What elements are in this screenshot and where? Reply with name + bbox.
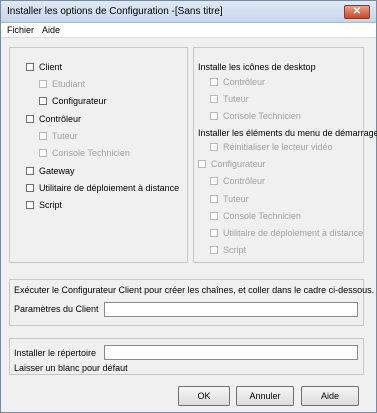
start-utilitaire-checkbox[interactable] (210, 229, 218, 237)
start-console-checkbox[interactable] (210, 212, 218, 220)
title-bar: Installer les options de Configuration -… (1, 1, 376, 23)
desktop-controleur-checkbox[interactable] (210, 78, 218, 86)
start-tuteur-checkbox[interactable] (210, 195, 218, 203)
tuteur-checkbox[interactable] (39, 132, 47, 140)
start-configurateur-option[interactable]: Configurateur (198, 159, 266, 169)
gateway-option[interactable]: Gateway (26, 166, 75, 176)
utilitaire-label: Utilitaire de déploiement à distance (39, 183, 180, 193)
close-button[interactable]: ✕ (344, 5, 370, 19)
utilitaire-checkbox[interactable] (26, 184, 34, 192)
start-tuteur-label: Tuteur (223, 194, 249, 204)
menu-help[interactable]: Aide (42, 25, 60, 35)
install-dir-panel: Installer le répertoire Laisser un blanc… (9, 338, 364, 375)
start-controleur-label: Contrôleur (223, 176, 266, 186)
menu-file[interactable]: Fichier (7, 25, 34, 35)
desktop-controleur-label: Contrôleur (223, 77, 266, 87)
close-icon: ✕ (352, 6, 362, 17)
shortcuts-panel: Installe les icônes de desktop Contrôleu… (193, 47, 377, 263)
install-dir-input[interactable] (104, 345, 358, 360)
start-tuteur-option[interactable]: Tuteur (210, 194, 249, 204)
start-configurateur-label: Configurateur (211, 159, 266, 169)
help-button[interactable]: Aide (301, 386, 359, 406)
controleur-checkbox[interactable] (26, 115, 34, 123)
etudiant-label: Etudiant (52, 79, 86, 89)
components-panel: Client Etudiant Configurateur Contrôleur… (9, 47, 188, 263)
start-console-option[interactable]: Console Technicien (210, 211, 301, 221)
start-reinitialiser-checkbox[interactable] (210, 143, 218, 151)
start-reinitialiser-option[interactable]: Réinitialiser le lecteur vidéo (210, 142, 333, 152)
start-console-label: Console Technicien (223, 211, 301, 221)
client-checkbox[interactable] (26, 63, 34, 71)
start-script-label: Script (223, 245, 247, 255)
console-technicien-checkbox[interactable] (39, 149, 47, 157)
config-options-window: Installer les options de Configuration -… (0, 0, 377, 413)
client-params-instruction: Exécuter le Configurateur Client pour cr… (14, 285, 375, 295)
desktop-tuteur-checkbox[interactable] (210, 95, 218, 103)
tuteur-label: Tuteur (52, 131, 78, 141)
script-label: Script (39, 200, 63, 210)
utilitaire-option[interactable]: Utilitaire de déploiement à distance (26, 183, 179, 193)
script-option[interactable]: Script (26, 200, 62, 210)
start-script-checkbox[interactable] (210, 246, 218, 254)
desktop-tuteur-option[interactable]: Tuteur (210, 94, 249, 104)
desktop-tuteur-label: Tuteur (223, 94, 249, 104)
configurateur-option[interactable]: Configurateur (39, 96, 107, 106)
controleur-label: Contrôleur (39, 114, 82, 124)
start-reinitialiser-label: Réinitialiser le lecteur vidéo (223, 142, 333, 152)
start-controleur-checkbox[interactable] (210, 177, 218, 185)
desktop-controleur-option[interactable]: Contrôleur (210, 77, 265, 87)
desktop-console-label: Console Technicien (223, 111, 301, 121)
tuteur-option[interactable]: Tuteur (39, 131, 78, 141)
install-dir-label: Installer le répertoire (14, 348, 97, 358)
console-technicien-label: Console Technicien (52, 148, 130, 158)
start-utilitaire-label: Utilitaire de déploiement à distance (223, 228, 364, 238)
ok-button[interactable]: OK (178, 386, 230, 406)
window-title: Installer les options de Configuration -… (7, 6, 223, 17)
etudiant-option[interactable]: Etudiant (39, 79, 85, 89)
desktop-icons-heading: Installe les icônes de desktop (198, 62, 316, 72)
script-checkbox[interactable] (26, 201, 34, 209)
etudiant-checkbox[interactable] (39, 80, 47, 88)
start-utilitaire-option[interactable]: Utilitaire de déploiement à distance (210, 228, 363, 238)
client-params-input[interactable] (104, 302, 358, 317)
menu-bar: Fichier Aide (1, 23, 376, 38)
configurateur-label: Configurateur (52, 96, 107, 106)
gateway-label: Gateway (39, 166, 75, 176)
client-label: Client (39, 62, 63, 72)
gateway-checkbox[interactable] (26, 167, 34, 175)
cancel-button[interactable]: Annuler (236, 386, 294, 406)
start-script-option[interactable]: Script (210, 245, 246, 255)
desktop-console-option[interactable]: Console Technicien (210, 111, 301, 121)
start-menu-heading: Installer les éléments du menu de démarr… (198, 128, 377, 138)
client-option[interactable]: Client (26, 62, 62, 72)
controleur-option[interactable]: Contrôleur (26, 114, 81, 124)
desktop-console-checkbox[interactable] (210, 112, 218, 120)
install-dir-hint: Laisser un blanc pour défaut (14, 363, 128, 373)
configurateur-checkbox[interactable] (39, 97, 47, 105)
console-technicien-option[interactable]: Console Technicien (39, 148, 130, 158)
start-controleur-option[interactable]: Contrôleur (210, 176, 265, 186)
client-params-label: Paramètres du Client (14, 304, 99, 314)
start-configurateur-checkbox[interactable] (198, 160, 206, 168)
client-params-panel: Exécuter le Configurateur Client pour cr… (9, 279, 374, 326)
